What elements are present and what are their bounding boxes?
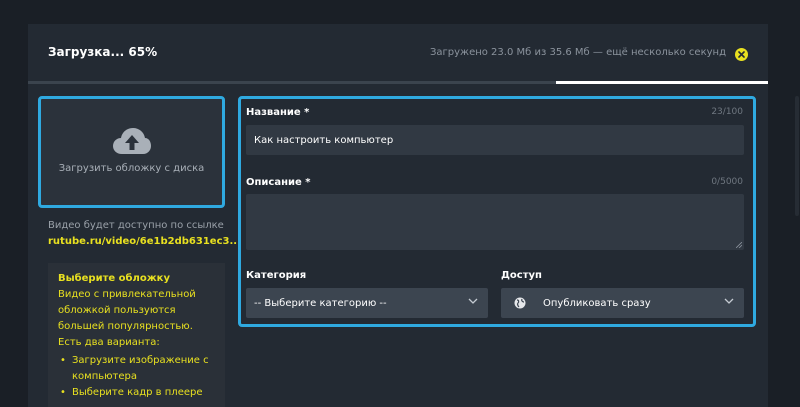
category-label: Категория (246, 270, 307, 281)
video-details-form: Название * 23/100 Как настроить компьюте… (238, 96, 756, 327)
hint-item: Выберите кадр в плеере (58, 385, 215, 401)
chevron-down-icon (468, 298, 478, 304)
description-char-counter: 0/5000 (711, 177, 743, 187)
upload-title: Загрузка... 65% (48, 45, 158, 59)
close-icon (738, 51, 745, 58)
hint-item: Загрузите изображение с компьютера (58, 353, 215, 385)
scrollbar-thumb[interactable] (795, 96, 799, 216)
name-label: Название * (246, 107, 310, 118)
page-scrollbar[interactable] (794, 0, 800, 407)
name-input[interactable]: Как настроить компьютер (246, 125, 744, 155)
resize-handle-icon (736, 242, 742, 248)
hint-title: Выберите обложку (58, 273, 170, 284)
access-select[interactable]: Опубликовать сразу (501, 288, 744, 318)
cover-hint-box: Выберите обложку Видео с привлекательной… (48, 263, 225, 407)
category-select-value: -- Выберите категорию -- (254, 297, 387, 309)
video-link-note: Видео будет доступно по ссылке (48, 220, 224, 231)
upload-cover-label: Загрузить обложку с диска (58, 163, 205, 174)
hint-list: Загрузите изображение с компьютера Выбер… (58, 353, 215, 401)
access-label: Доступ (501, 270, 542, 281)
upload-progress-bar (28, 81, 768, 84)
chevron-down-icon (724, 298, 734, 304)
upload-progress-fill (556, 81, 768, 84)
upload-cover-button[interactable]: Загрузить обложку с диска (38, 96, 225, 208)
video-link[interactable]: rutube.ru/video/6e1b2db631ec3... (48, 236, 241, 247)
upload-status: Загружено 23.0 Мб из 35.6 Мб — ещё неско… (430, 47, 726, 58)
description-label: Описание * (246, 177, 311, 188)
cancel-upload-button[interactable] (735, 48, 748, 61)
access-select-value: Опубликовать сразу (543, 297, 651, 309)
description-textarea[interactable] (246, 194, 744, 250)
category-select[interactable]: -- Выберите категорию -- (246, 288, 488, 318)
name-char-counter: 23/100 (711, 107, 743, 117)
cloud-upload-icon (112, 128, 151, 154)
hint-text: Видео с привлекательной обложкой пользую… (58, 289, 196, 348)
upload-header: Загрузка... 65% Загружено 23.0 Мб из 35.… (28, 24, 768, 82)
globe-icon (514, 297, 526, 309)
upload-panel: Загрузка... 65% Загружено 23.0 Мб из 35.… (28, 24, 768, 407)
